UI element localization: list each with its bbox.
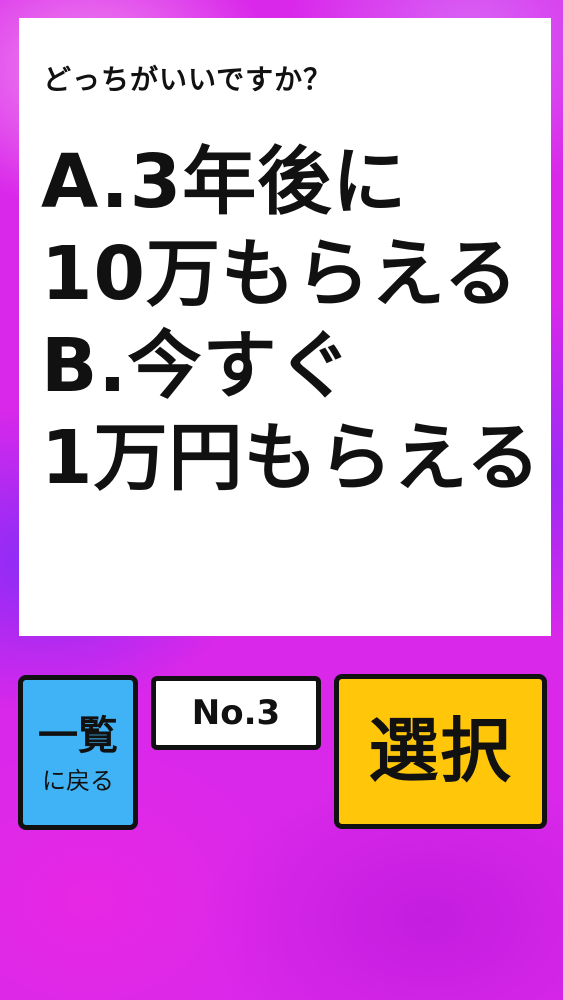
back-to-list-button[interactable]: 一覧 に戻る: [18, 675, 138, 830]
options-text: A.3年後に 10万もらえる B.今すぐ 1万円もらえる: [41, 136, 546, 504]
option-b-line-2: 1万円もらえる: [41, 415, 542, 501]
back-button-label-main: 一覧: [38, 713, 118, 759]
option-a-line-2: 10万もらえる: [41, 231, 519, 317]
question-number-badge: No.3: [151, 676, 321, 750]
option-b-line-1: B.今すぐ: [41, 323, 353, 409]
select-button[interactable]: 選択: [334, 674, 547, 829]
back-button-label-sub: に戻る: [42, 767, 114, 795]
question-prompt: どっちがいいですか？: [43, 63, 333, 96]
question-card: どっちがいいですか？ A.3年後に 10万もらえる B.今すぐ 1万円もらえる: [19, 18, 551, 636]
option-a-line-1: A.3年後に: [41, 139, 408, 225]
